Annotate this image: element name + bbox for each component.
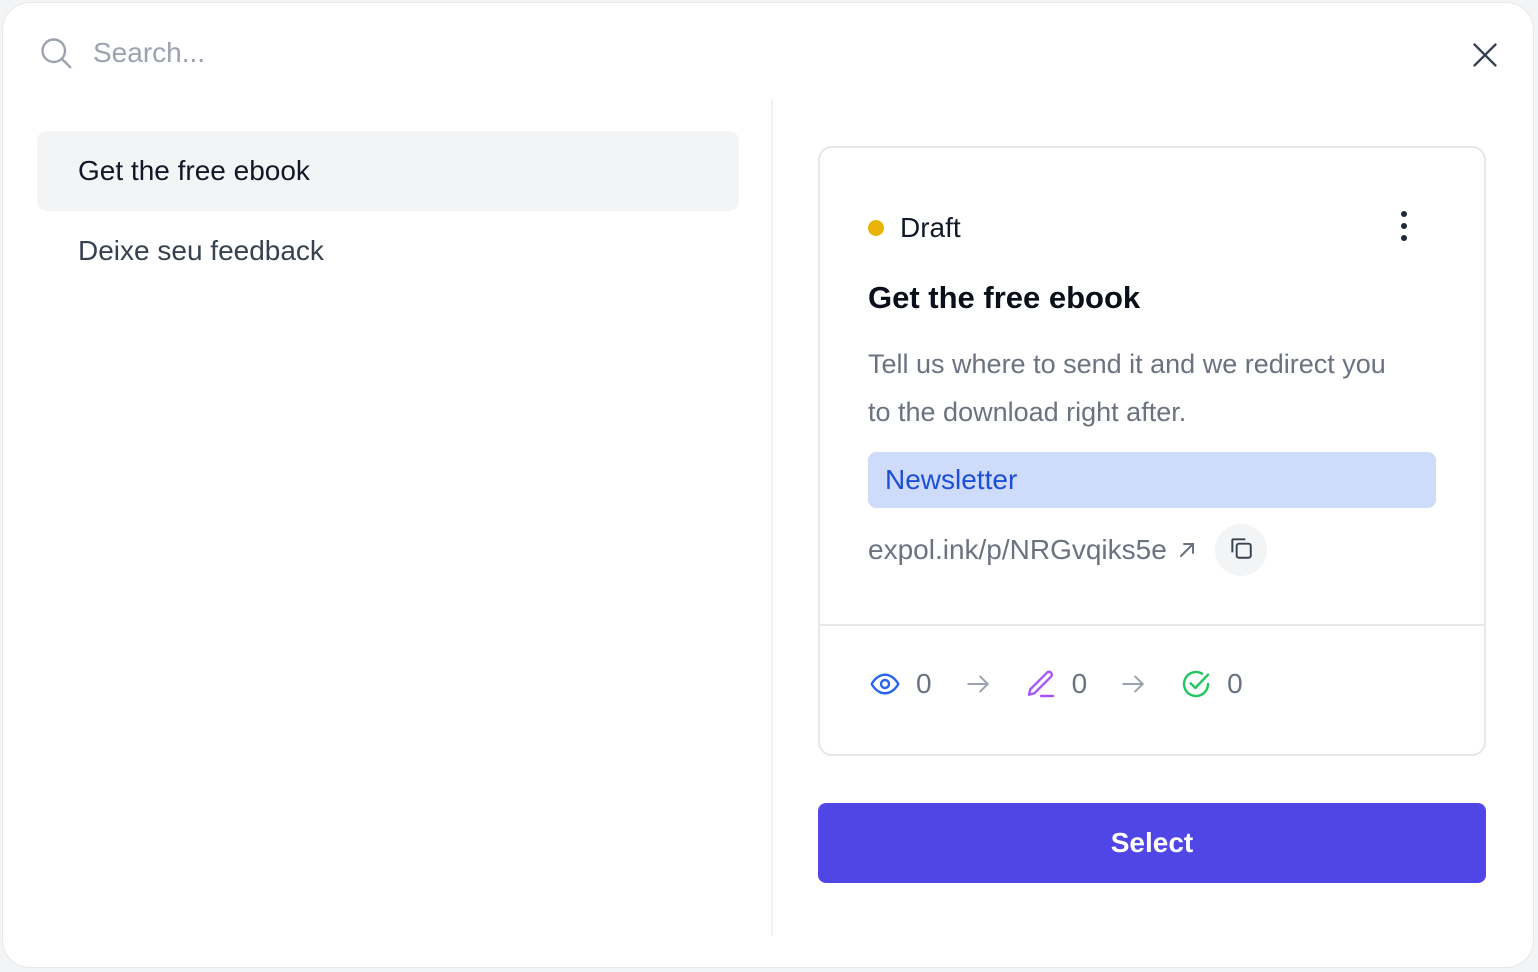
arrow-right-icon [1117, 668, 1149, 700]
more-options-button[interactable] [1386, 208, 1422, 248]
completed-count: 0 [1227, 668, 1243, 699]
pencil-icon [1024, 667, 1058, 701]
share-link-row: expol.ink/p/NRGvqiks5e [868, 524, 1267, 576]
card-title: Get the free ebook [868, 280, 1141, 315]
arrow-right-icon [962, 668, 994, 700]
status-badge: Draft [868, 212, 961, 244]
form-list: Get the free ebook Deixe seu feedback [37, 131, 739, 291]
list-item[interactable]: Get the free ebook [37, 131, 739, 211]
card-divider [820, 624, 1484, 626]
card-description: Tell us where to send it and we redirect… [868, 349, 1386, 427]
panel-divider [771, 100, 773, 936]
eye-icon [868, 667, 902, 701]
form-preview-card: Draft Get the free ebook Tell us where t… [818, 146, 1486, 756]
status-dot [868, 220, 884, 236]
copy-link-button[interactable] [1214, 524, 1267, 576]
views-count: 0 [916, 668, 932, 699]
search-input[interactable] [91, 36, 695, 70]
status-label: Draft [900, 212, 961, 243]
external-link-icon [1177, 539, 1199, 561]
funnel-stats: 0 0 0 [868, 664, 1243, 704]
check-circle-icon [1179, 667, 1213, 701]
tag-badge: Newsletter [868, 452, 1436, 508]
search-bar [37, 31, 695, 75]
search-icon [37, 34, 75, 72]
list-item[interactable]: Deixe seu feedback [37, 211, 739, 291]
close-button[interactable] [1465, 37, 1505, 77]
select-button[interactable]: Select [818, 803, 1486, 883]
copy-icon [1228, 535, 1254, 566]
close-icon [1471, 41, 1499, 74]
share-link[interactable]: expol.ink/p/NRGvqiks5e [868, 534, 1167, 566]
more-vertical-icon [1400, 210, 1408, 247]
started-count: 0 [1071, 668, 1088, 699]
